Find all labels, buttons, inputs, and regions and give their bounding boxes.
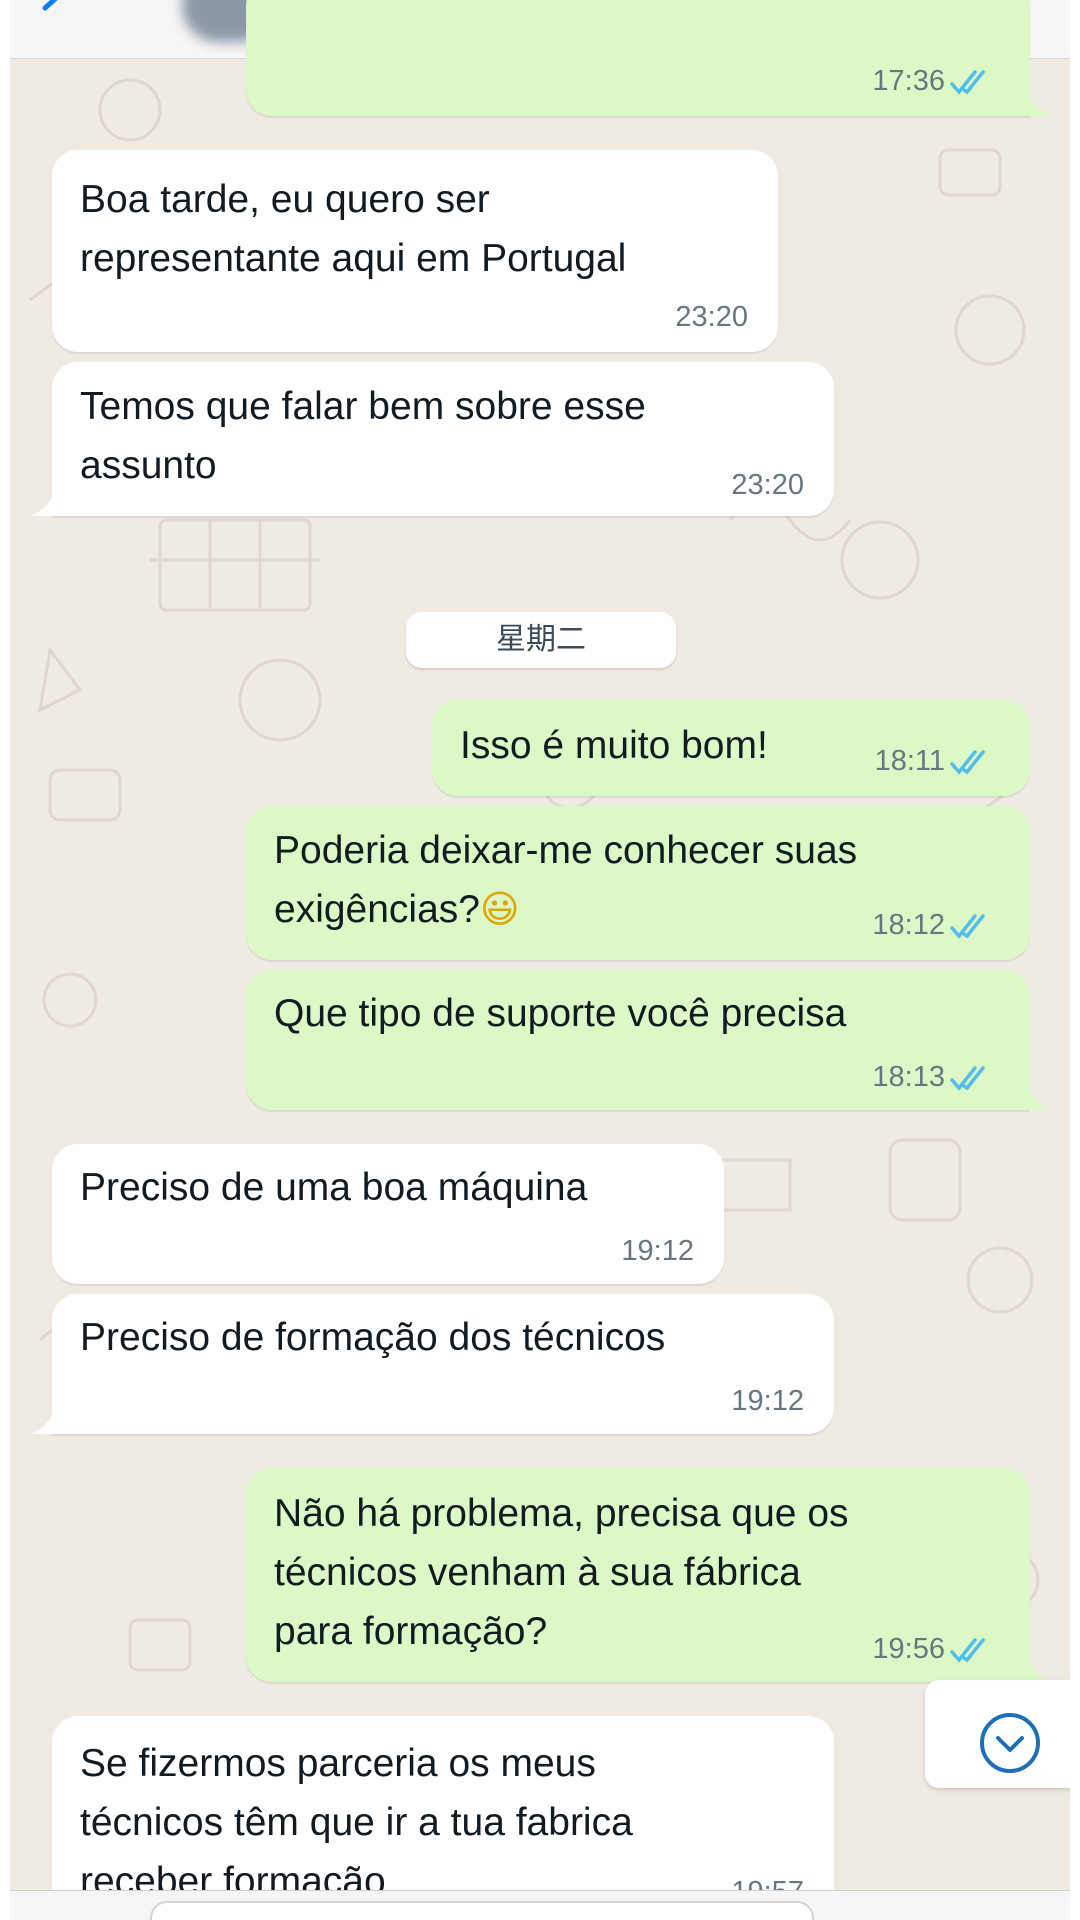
day-separator: 星期二 — [406, 612, 676, 668]
message-text: Isso é muito bom! — [460, 724, 768, 767]
bubble-tail — [30, 492, 54, 516]
message-text-content: Poderia deixar-me conhecer suas exigênci… — [274, 829, 858, 931]
read-ticks-icon — [950, 750, 985, 775]
read-ticks-icon — [950, 1066, 985, 1091]
bubble-tail — [30, 1410, 54, 1434]
bubble-tail — [1028, 92, 1052, 116]
message-time: 18:13 — [872, 1061, 945, 1093]
read-ticks-icon — [950, 70, 985, 95]
message-text: Se fizermos parceria os meus técnicos tê… — [80, 1742, 633, 1903]
message-outgoing[interactable]: 17:36 — [246, 0, 1052, 116]
message-time: 18:11 — [874, 745, 945, 777]
message-text: Poderia deixar-me conhecer suas exigênci… — [274, 821, 857, 939]
message-time: 19:12 — [731, 1385, 804, 1417]
message-time: 19:56 — [872, 1633, 945, 1665]
chevron-down-circle-icon — [980, 1713, 1040, 1773]
message-incoming[interactable]: Boa tarde, eu quero ser representante aq… — [52, 150, 778, 352]
message-incoming[interactable]: Temos que falar bem sobre esse assunto 2… — [30, 362, 834, 516]
message-time: 19:12 — [621, 1235, 694, 1267]
message-outgoing[interactable]: Poderia deixar-me conhecer suas exigênci… — [246, 806, 1030, 960]
read-ticks-icon — [950, 1638, 985, 1663]
message-incoming[interactable]: Preciso de uma boa máquina 19:12 — [52, 1144, 724, 1284]
message-input[interactable] — [150, 1901, 814, 1920]
message-outgoing[interactable]: Isso é muito bom! 18:11 — [432, 700, 1030, 796]
message-time: 18:12 — [872, 909, 945, 941]
message-time: 17:36 — [872, 65, 945, 97]
message-composer-bar — [10, 1890, 1070, 1920]
message-text: Boa tarde, eu quero ser representante aq… — [80, 178, 627, 280]
message-text: Não há problema, precisa que os técnicos… — [274, 1492, 849, 1653]
back-arrow-icon[interactable] — [20, 0, 80, 30]
message-time: 23:20 — [731, 469, 804, 501]
smiley-emoji: 😃 — [479, 887, 520, 931]
read-ticks-icon — [950, 914, 985, 939]
bubble-tail — [1028, 1658, 1052, 1682]
message-text: Preciso de formação dos técnicos — [80, 1316, 666, 1359]
message-text: Preciso de uma boa máquina — [80, 1166, 588, 1209]
message-outgoing[interactable]: Não há problema, precisa que os técnicos… — [246, 1468, 1052, 1682]
chat-screen: 17:36 Boa tarde, eu quero ser representa… — [10, 0, 1070, 1920]
message-text: Que tipo de suporte você precisa — [274, 992, 847, 1035]
scroll-to-bottom-button[interactable] — [925, 1680, 1070, 1788]
message-time: 23:20 — [675, 301, 748, 333]
bubble-tail — [1028, 1086, 1052, 1110]
message-text: Temos que falar bem sobre esse assunto — [80, 385, 646, 487]
message-incoming[interactable]: Preciso de formação dos técnicos 19:12 — [30, 1294, 834, 1434]
message-outgoing[interactable]: Que tipo de suporte você precisa 18:13 — [246, 970, 1052, 1110]
